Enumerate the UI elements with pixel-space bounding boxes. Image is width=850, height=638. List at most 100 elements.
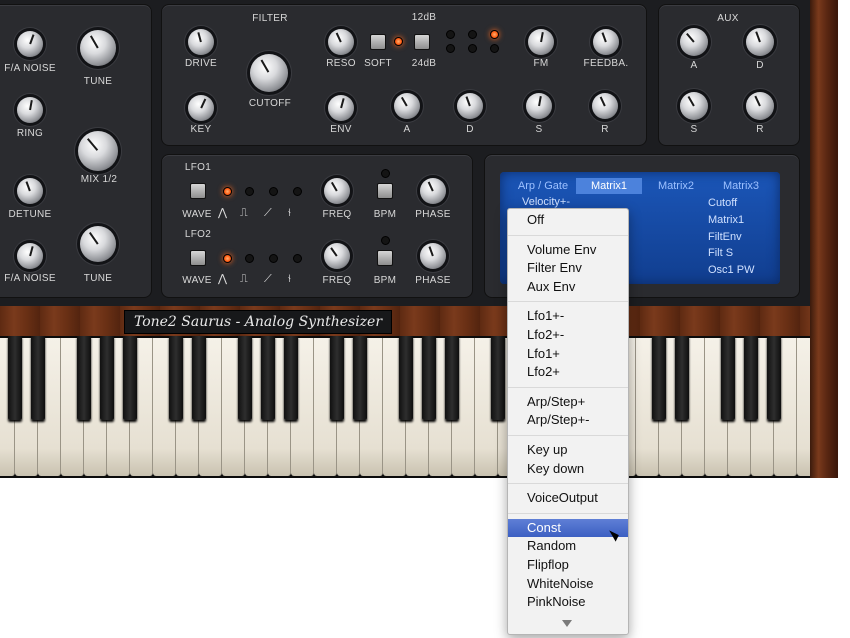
lfo1-freq-knob[interactable] [324,178,350,204]
fa-noise-knob-1[interactable] [17,31,43,57]
tab-matrix3[interactable]: Matrix3 [710,178,772,194]
lfo1-led-3 [269,187,278,196]
black-key[interactable] [353,336,367,420]
aux-d-knob[interactable] [746,28,774,56]
menu-item[interactable]: Lfo1+- [508,307,628,325]
black-key[interactable] [100,336,114,420]
black-key[interactable] [399,336,413,420]
menu-item[interactable]: Arp/Step+ [508,393,628,411]
tune-knob-1[interactable] [80,30,116,66]
black-key[interactable] [652,336,666,420]
matrix-source-value[interactable]: Velocity+- [522,196,570,208]
aux-s-label: S [690,124,698,135]
black-key[interactable] [330,336,344,420]
scroll-down-arrow-icon[interactable] [562,620,572,627]
menu-item[interactable]: Aux Env [508,278,628,296]
lfo1-led-4 [293,187,302,196]
lfo1-wave-button[interactable] [190,183,206,199]
lfo1-bpm-button[interactable] [377,183,393,199]
menu-item[interactable]: Key down [508,460,628,478]
menu-item[interactable]: WhiteNoise [508,575,628,593]
menu-item[interactable]: Flipflop [508,556,628,574]
menu-item[interactable]: Volume Env [508,241,628,259]
fa-noise-knob-2[interactable] [17,243,43,269]
black-key[interactable] [31,336,45,420]
menu-item[interactable]: Random [508,537,628,555]
filter-type-button[interactable] [414,34,430,50]
black-key[interactable] [169,336,183,420]
detune-knob[interactable] [17,178,43,204]
matrix-target-5[interactable]: Osc1 PW [708,264,754,276]
menu-separator [508,512,628,514]
lfo2-freq-knob[interactable] [324,243,350,269]
menu-item[interactable]: Lfo2+ [508,363,628,381]
soft-button[interactable] [370,34,386,50]
lfo2-bpm-button[interactable] [377,250,393,266]
black-key[interactable] [123,336,137,420]
filter-s-knob[interactable] [526,93,552,119]
black-key[interactable] [422,336,436,420]
matrix-target-1[interactable]: Cutoff [708,197,737,209]
black-key[interactable] [261,336,275,420]
tab-arp-gate[interactable]: Arp / Gate [508,178,578,194]
filter-a-knob[interactable] [394,93,420,119]
menu-item[interactable]: Off [508,211,628,229]
filter-mode-led-6 [490,44,499,53]
filter-title: FILTER [252,13,288,24]
black-key[interactable] [491,336,505,420]
filter-mode-led-3 [490,30,499,39]
filter-r-label: R [601,124,609,135]
menu-item[interactable]: Key up [508,441,628,459]
cutoff-label: CUTOFF [248,98,292,109]
black-key[interactable] [238,336,252,420]
menu-item[interactable]: Filter Env [508,259,628,277]
ring-knob[interactable] [17,97,43,123]
matrix-target-4[interactable]: Filt S [708,247,733,259]
aux-s-knob[interactable] [680,92,708,120]
menu-item[interactable]: Lfo2+- [508,326,628,344]
ring-label: RING [16,128,44,139]
white-key[interactable] [797,338,810,476]
key-knob[interactable] [188,95,214,121]
lfo2-title: LFO2 [184,229,212,240]
modulation-source-menu[interactable]: Off Volume Env Filter Env Aux Env Lfo1+- Lfo2… [507,208,629,635]
black-key[interactable] [284,336,298,420]
reso-knob[interactable] [328,29,354,55]
cutoff-knob[interactable] [250,54,288,92]
keyboard[interactable] [0,336,810,478]
matrix-target-2[interactable]: Matrix1 [708,214,744,226]
black-key[interactable] [192,336,206,420]
menu-item[interactable]: PinkNoise [508,593,628,611]
filter-d-knob[interactable] [457,93,483,119]
menu-item[interactable]: Lfo1+ [508,345,628,363]
tune-knob-2[interactable] [80,226,116,262]
black-key[interactable] [8,336,22,420]
menu-item[interactable]: Const [508,518,628,537]
lfo1-freq-label: FREQ [322,209,352,220]
aux-a-knob[interactable] [680,28,708,56]
menu-item[interactable]: VoiceOutput [508,489,628,507]
mix-knob[interactable] [78,131,118,171]
tab-matrix1[interactable]: Matrix1 [576,178,642,194]
lfo2-phase-knob[interactable] [420,243,446,269]
filter-r-knob[interactable] [592,93,618,119]
drive-knob[interactable] [188,29,214,55]
black-key[interactable] [77,336,91,420]
aux-r-knob[interactable] [746,92,774,120]
lfo1-phase-knob[interactable] [420,178,446,204]
env-knob[interactable] [328,95,354,121]
lfo2-wave-button[interactable] [190,250,206,266]
fm-knob[interactable] [528,29,554,55]
black-key[interactable] [675,336,689,420]
menu-item[interactable]: Arp/Step+- [508,411,628,429]
tab-matrix2[interactable]: Matrix2 [646,178,706,194]
black-key[interactable] [445,336,459,420]
random-wave-icon: ⫮ [288,272,291,285]
aux-panel [658,4,800,146]
random-wave-icon: ⫮ [288,206,291,219]
matrix-target-3[interactable]: FiltEnv [708,231,742,243]
black-key[interactable] [767,336,781,420]
black-key[interactable] [744,336,758,420]
black-key[interactable] [721,336,735,420]
feedback-knob[interactable] [593,29,619,55]
